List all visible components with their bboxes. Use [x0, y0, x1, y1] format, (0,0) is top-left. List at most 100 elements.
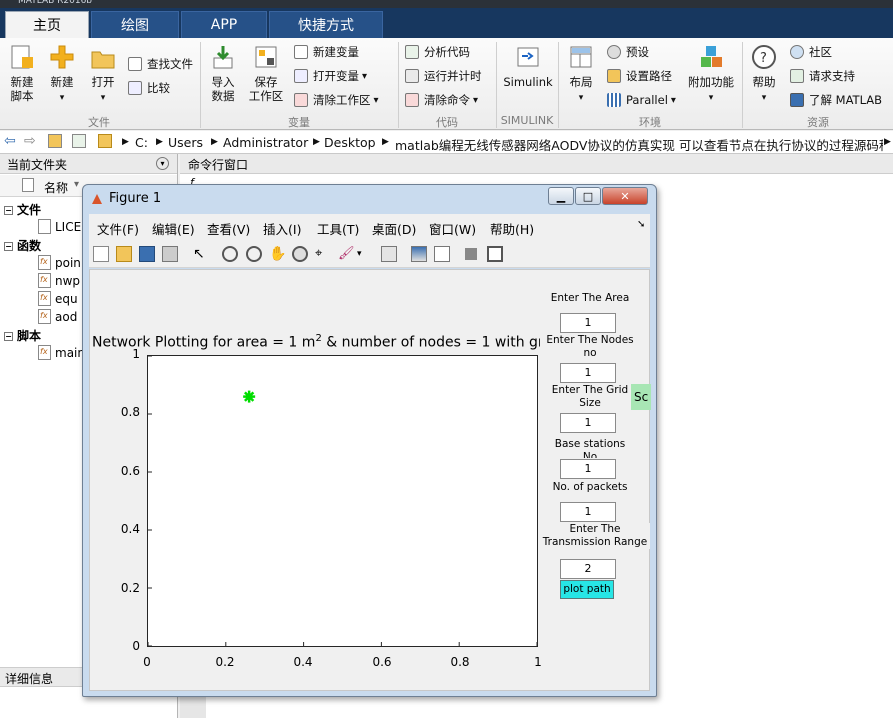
close-button[interactable]: ✕ — [602, 187, 648, 205]
minimize-button[interactable]: ▁ — [548, 187, 574, 205]
legend-icon[interactable] — [434, 246, 450, 262]
maximize-icon: □ — [582, 189, 594, 203]
show-plot-tools-icon[interactable] — [487, 246, 503, 262]
clear-workspace-button[interactable]: 清除工作区 — [294, 91, 379, 109]
collapse-icon[interactable]: − — [4, 206, 13, 215]
up-folder-icon[interactable] — [48, 134, 62, 148]
browse-folder-icon[interactable] — [72, 134, 86, 148]
transmission-range-input[interactable]: 2 — [560, 559, 616, 579]
menu-window[interactable]: 窗口(W) — [429, 219, 476, 238]
add-ons-button[interactable]: 附加功能 ▾ — [686, 44, 736, 105]
help-button[interactable]: ? 帮助 ▾ — [748, 44, 780, 105]
zoom-in-icon[interactable] — [222, 246, 238, 262]
new-button[interactable]: 新建 ▾ — [44, 44, 80, 105]
open-variable-button[interactable]: 打开变量 — [294, 67, 367, 85]
figure-title-bar[interactable]: Figure 1 ▁ □ ✕ — [83, 185, 656, 213]
simulink-button[interactable]: Simulink — [502, 44, 554, 89]
tree-section-files[interactable]: − 文件 — [4, 201, 41, 218]
app-title-fragment: MATLAB R2016b — [18, 0, 93, 6]
learn-matlab-button[interactable]: 了解 MATLAB — [790, 91, 882, 109]
group-label-file: 文件 — [88, 116, 110, 129]
breadcrumb-chevron: ▶ — [382, 137, 389, 147]
back-arrow-icon[interactable]: ⇦ — [4, 133, 16, 149]
menu-edit[interactable]: 编辑(E) — [152, 219, 195, 238]
brush-dropdown-icon[interactable]: ▾ — [357, 246, 365, 262]
list-item[interactable]: equ — [38, 291, 78, 306]
packets-input[interactable]: 1 — [560, 502, 616, 522]
side-button[interactable]: Sc — [631, 384, 651, 410]
collapse-icon[interactable]: − — [4, 332, 13, 341]
new-variable-button[interactable]: 新建变量 — [294, 43, 359, 61]
pan-hand-icon[interactable]: ✋ — [269, 246, 286, 262]
preferences-button[interactable]: 预设 — [607, 43, 649, 61]
save-icon[interactable] — [139, 246, 155, 262]
layout-button[interactable]: 布局 ▾ — [564, 44, 598, 105]
area-input[interactable]: 1 — [560, 313, 616, 333]
data-cursor-icon[interactable]: ⌖ — [315, 246, 331, 262]
breadcrumb-drive[interactable]: C: — [135, 135, 148, 150]
zoom-out-icon[interactable] — [246, 246, 262, 262]
rotate-icon[interactable] — [292, 246, 308, 262]
brush-icon[interactable]: 🖌 — [338, 246, 355, 262]
menu-tools[interactable]: 工具(T) — [317, 219, 359, 238]
open-file-icon[interactable] — [116, 246, 132, 262]
list-item[interactable]: LICE — [38, 219, 81, 234]
new-script-button[interactable]: 新建 脚本 — [4, 44, 40, 103]
analyze-code-button[interactable]: 分析代码 — [405, 43, 470, 61]
hide-plot-tools-icon[interactable] — [465, 248, 477, 260]
figure-window[interactable]: Figure 1 ▁ □ ✕ 文件(F) 编辑(E) 查看(V) 插入(I) 工… — [82, 184, 657, 697]
clear-commands-button[interactable]: 清除命令 — [405, 91, 478, 109]
run-and-time-button[interactable]: 运行并计时 — [405, 67, 482, 85]
plot-path-button[interactable]: plot path — [560, 580, 614, 599]
nodes-input[interactable]: 1 — [560, 363, 616, 383]
menu-view[interactable]: 查看(V) — [207, 219, 250, 238]
tree-section-scripts[interactable]: − 脚本 — [4, 327, 41, 344]
community-button[interactable]: 社区 — [790, 43, 832, 61]
community-icon — [790, 45, 804, 59]
tab-plots[interactable]: 绘图 — [91, 11, 179, 38]
forward-arrow-icon[interactable]: ⇨ — [24, 133, 36, 149]
new-figure-icon[interactable] — [93, 246, 109, 262]
plot-axes[interactable] — [147, 355, 538, 647]
compare-icon — [128, 81, 142, 95]
grid-size-input[interactable]: 1 — [560, 413, 616, 433]
name-column-header[interactable]: 名称 — [44, 179, 68, 196]
import-data-button[interactable]: 导入 数据 — [206, 44, 240, 103]
command-window-header: 命令行窗口 — [180, 154, 893, 174]
request-support-button[interactable]: 请求支持 — [790, 67, 855, 85]
menu-help[interactable]: 帮助(H) — [490, 219, 534, 238]
tab-shortcuts[interactable]: 快捷方式 — [269, 11, 383, 38]
tab-home[interactable]: 主页 — [5, 11, 89, 38]
menu-desktop[interactable]: 桌面(D) — [372, 219, 416, 238]
current-folder-address-bar[interactable]: ⇦ ⇨ ▶ C: ▶ Users ▶ Administrator ▶ Deskt… — [0, 131, 893, 154]
save-workspace-button[interactable]: 保存 工作区 — [246, 44, 286, 103]
pointer-icon[interactable]: ↖ — [193, 246, 209, 262]
dock-arrow-icon[interactable]: ➘ — [637, 219, 645, 230]
link-plot-icon[interactable] — [381, 246, 397, 262]
set-path-button[interactable]: 设置路径 — [607, 67, 672, 85]
compare-button[interactable]: 比较 — [128, 79, 170, 97]
menu-insert[interactable]: 插入(I) — [263, 219, 301, 238]
menu-file[interactable]: 文件(F) — [97, 219, 139, 238]
section-label: 文件 — [17, 203, 42, 217]
list-item[interactable]: nwp — [38, 273, 80, 288]
list-item[interactable]: aod — [38, 309, 77, 324]
base-stations-input[interactable]: 1 — [560, 459, 616, 479]
tab-apps[interactable]: APP — [181, 11, 267, 38]
breadcrumb-desktop[interactable]: Desktop — [324, 135, 376, 150]
open-button[interactable]: 打开 ▾ — [86, 44, 120, 105]
breadcrumb-project-folder[interactable]: matlab编程无线传感器网络AODV协议的仿真实现 可以查看节点在执行协议的过… — [395, 135, 883, 154]
panel-menu-icon[interactable]: ▾ — [156, 157, 169, 170]
area-label: Enter The Area — [540, 292, 640, 305]
list-item[interactable]: main — [38, 345, 85, 360]
print-icon[interactable] — [162, 246, 178, 262]
breadcrumb-administrator[interactable]: Administrator — [223, 135, 308, 150]
colorbar-icon[interactable] — [411, 246, 427, 262]
maximize-button[interactable]: □ — [575, 187, 601, 205]
find-files-button[interactable]: 查找文件 — [128, 55, 193, 73]
breadcrumb-users[interactable]: Users — [168, 135, 203, 150]
parallel-button[interactable]: Parallel — [607, 91, 676, 109]
tree-section-functions[interactable]: − 函数 — [4, 237, 41, 254]
collapse-icon[interactable]: − — [4, 242, 13, 251]
list-item[interactable]: poin — [38, 255, 81, 270]
